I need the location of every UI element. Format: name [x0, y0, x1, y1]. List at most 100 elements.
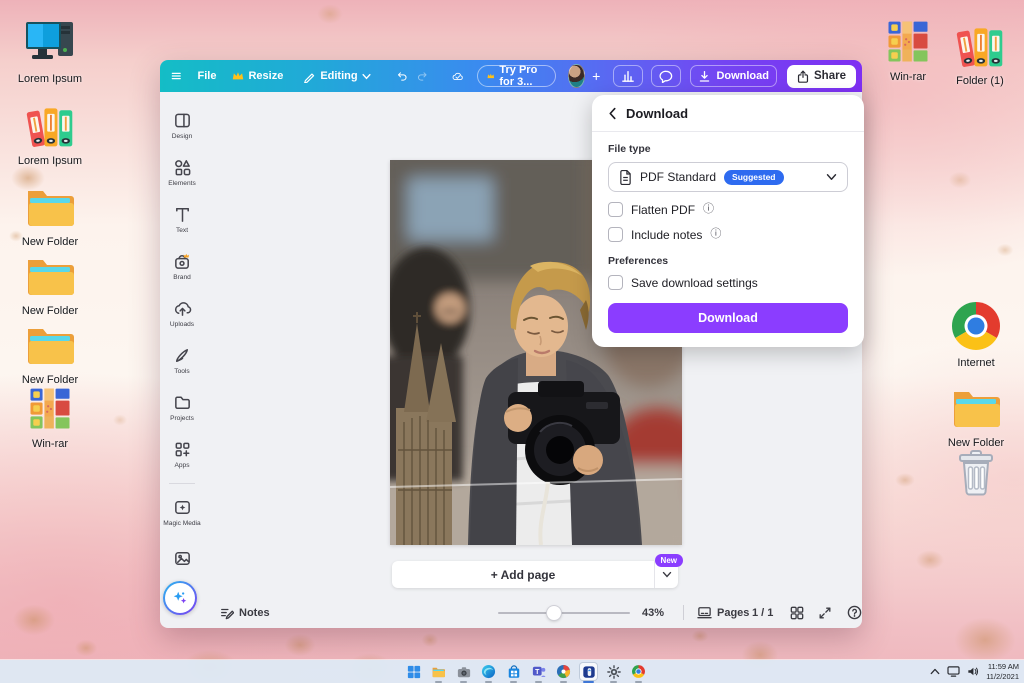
taskbar-teams[interactable]: T [530, 663, 547, 683]
desktop-icon-recycle-bin[interactable] [934, 446, 1018, 502]
add-page-control: + Add page New [392, 554, 683, 588]
tools-icon [175, 349, 188, 362]
editing-mode-dropdown[interactable]: Editing [303, 70, 371, 83]
zoom-slider[interactable] [498, 606, 630, 620]
apps-icon [175, 442, 189, 457]
save-settings-checkbox[interactable] [608, 275, 623, 290]
binders-icon [24, 100, 76, 152]
taskbar-chrome[interactable] [630, 663, 647, 683]
notes-icon [221, 608, 234, 619]
windows-logo-icon [407, 665, 420, 678]
info-icon[interactable]: ⓘ [703, 204, 714, 215]
clock-time: 11:59 AM [987, 661, 1019, 671]
download-panel-title: Download [626, 106, 689, 121]
desktop-icon-internet[interactable]: Internet [934, 298, 1018, 369]
download-toolbar-button[interactable]: Download [690, 65, 777, 87]
sidebar-item-photos[interactable] [160, 536, 204, 583]
network-icon[interactable] [947, 666, 960, 677]
sidebar-item-apps[interactable]: Apps [160, 431, 204, 478]
sidebar-item-brand[interactable]: Brand [160, 243, 204, 290]
taskbar-file-explorer[interactable] [430, 663, 447, 683]
sidebar-item-projects[interactable]: Projects [160, 384, 204, 431]
desktop-icon-folder-2[interactable]: New Folder [8, 246, 92, 317]
sidebar-item-text[interactable]: Text [160, 196, 204, 243]
desktop-icon-folder1-right[interactable]: Folder (1) [938, 20, 1022, 87]
taskbar-store[interactable] [505, 663, 522, 683]
trash-icon [948, 446, 1004, 502]
add-member-icon[interactable] [592, 70, 601, 83]
resize-button[interactable]: Resize [232, 70, 283, 82]
bottom-bar-divider [683, 605, 684, 620]
add-page-button[interactable]: + Add page [392, 561, 654, 588]
folder-icon [22, 177, 78, 233]
help-icon [847, 605, 862, 620]
comments-button[interactable] [651, 65, 682, 87]
expand-icon [819, 607, 831, 618]
redo-icon[interactable] [417, 68, 428, 84]
desktop-icon-folder-1[interactable]: New Folder [8, 177, 92, 248]
insights-button[interactable] [613, 65, 644, 87]
taskbar-camera[interactable] [455, 663, 472, 683]
sidebar-item-magic-media[interactable]: Magic Media [160, 489, 204, 536]
start-button[interactable] [405, 663, 422, 680]
notes-button[interactable]: Notes [220, 597, 270, 628]
grid-view-button[interactable] [790, 597, 804, 628]
tray-chevron-up-icon[interactable] [930, 668, 940, 675]
canva-editor-window: File Resize Editing Try Pro for 3... Dow… [160, 60, 864, 628]
taskbar-paint[interactable] [555, 663, 572, 683]
download-confirm-button[interactable]: Download [608, 303, 848, 333]
folder-icon [948, 378, 1004, 434]
active-app-icon [582, 665, 595, 678]
file-type-select[interactable]: PDF Standard Suggested [608, 162, 848, 192]
taskbar-clock[interactable]: 11:59 AM 11/2/2021 [986, 662, 1019, 682]
windows-taskbar: T 11:59 AM 11/2/2021 [0, 660, 1024, 683]
elements-icon [174, 160, 190, 176]
taskbar-settings[interactable] [605, 663, 622, 683]
speaker-icon[interactable] [967, 666, 979, 677]
file-type-label: File type [608, 143, 651, 155]
desktop-icon-label: Win-rar [31, 438, 69, 450]
info-icon[interactable]: ⓘ [710, 229, 721, 240]
zoom-slider-thumb[interactable] [547, 606, 561, 620]
chevron-down-icon [362, 73, 371, 79]
file-type-value: PDF Standard [640, 170, 717, 184]
sidebar-divider [169, 483, 195, 484]
desktop-icon-new-folder-right[interactable]: New Folder [934, 378, 1018, 449]
desktop-icon-label: Win-rar [889, 71, 927, 83]
share-button[interactable]: Share [787, 64, 856, 88]
clock-date: 11/2/2021 [986, 671, 1019, 681]
folder-icon [22, 315, 78, 371]
design-icon [174, 113, 190, 128]
paint-icon [556, 664, 571, 679]
bar-chart-icon [622, 71, 635, 82]
panel-divider [592, 131, 864, 132]
taskbar-edge[interactable] [480, 663, 497, 683]
include-notes-checkbox[interactable] [608, 227, 623, 242]
try-pro-button[interactable]: Try Pro for 3... [476, 64, 557, 88]
help-button[interactable] [847, 597, 862, 628]
add-page-dropdown[interactable]: New [654, 554, 683, 588]
cloud-saved-icon [452, 72, 463, 80]
flatten-pdf-checkbox[interactable] [608, 202, 623, 217]
user-avatar[interactable] [568, 64, 585, 88]
back-chevron-icon[interactable] [608, 107, 617, 120]
chrome-icon [631, 664, 646, 679]
magic-assistant-button[interactable] [163, 581, 197, 615]
teams-icon: T [532, 666, 546, 677]
file-menu-button[interactable]: File [198, 70, 217, 82]
sidebar-item-design[interactable]: Design [160, 102, 204, 149]
hamburger-menu-icon[interactable] [171, 68, 182, 84]
taskbar-active-app[interactable] [580, 663, 597, 683]
desktop-icon-computer[interactable]: Lorem Ipsum [8, 14, 92, 85]
sidebar-item-uploads[interactable]: Uploads [160, 290, 204, 337]
pages-button[interactable]: Pages [697, 597, 749, 628]
desktop-icon-binders[interactable]: Lorem Ipsum [8, 100, 92, 167]
sidebar-item-elements[interactable]: Elements [160, 149, 204, 196]
desktop-icon-folder-3[interactable]: New Folder [8, 315, 92, 386]
editor-sidebar: Design Elements Text Brand Uploads Tools [160, 92, 204, 596]
desktop-icon-winrar[interactable]: Win-rar [8, 383, 92, 450]
undo-icon[interactable] [397, 68, 408, 84]
fullscreen-button[interactable] [818, 597, 832, 628]
sidebar-item-tools[interactable]: Tools [160, 337, 204, 384]
gear-icon [606, 664, 621, 679]
